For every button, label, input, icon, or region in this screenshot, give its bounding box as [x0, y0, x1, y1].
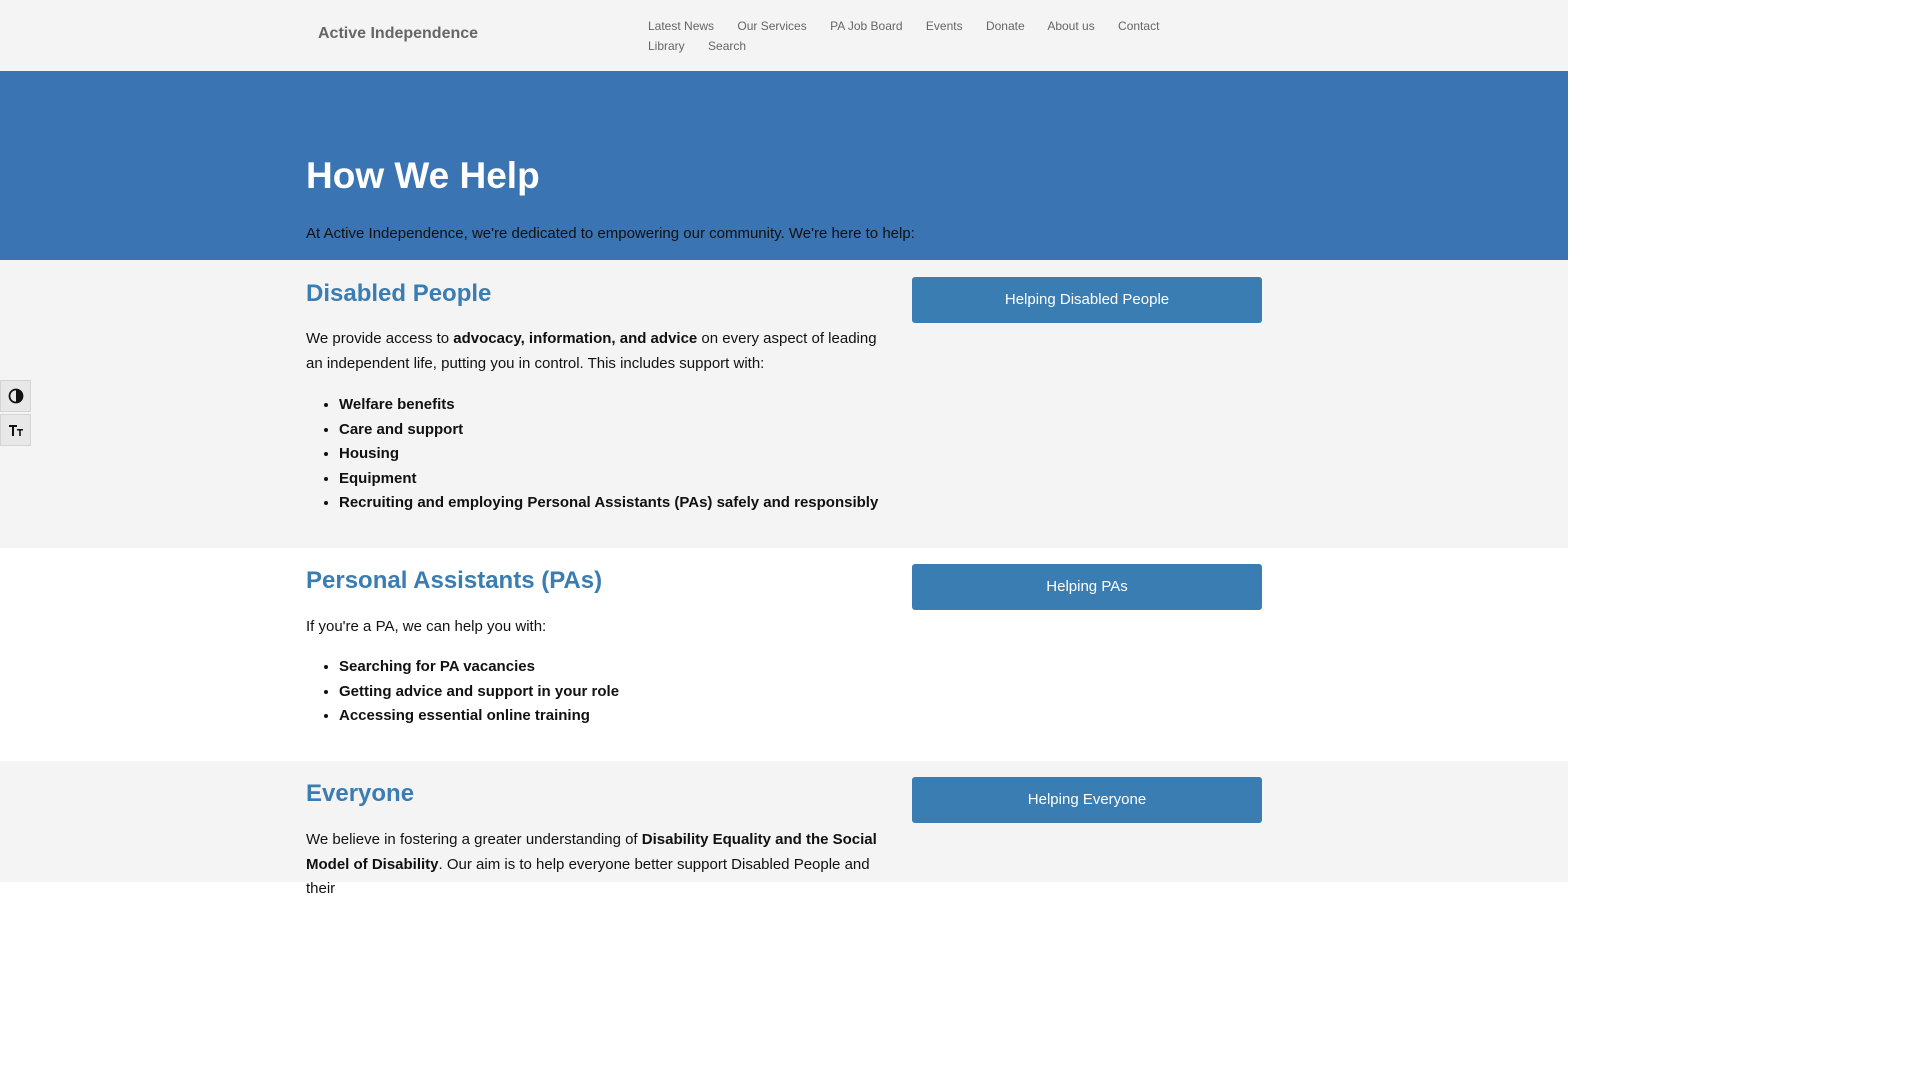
nav-item-latest-news[interactable]: Latest News — [648, 19, 714, 33]
section-description: We believe in fostering a greater unders… — [306, 828, 886, 902]
section-description: We provide access to advocacy, informati… — [306, 327, 886, 376]
list-item: Getting advice and support in your role — [339, 680, 619, 705]
nav-item-contact[interactable]: Contact — [1118, 19, 1159, 33]
section-description: If you're a PA, we can help you with: — [306, 618, 547, 635]
text-size-toggle-button[interactable] — [0, 414, 31, 446]
helping-disabled-people-button[interactable]: Helping Disabled People — [912, 277, 1262, 323]
list-item: Equipment — [339, 467, 878, 492]
description-text: We provide access to — [306, 330, 454, 347]
section-heading: Everyone — [306, 780, 415, 807]
list-item: Welfare benefits — [339, 393, 878, 418]
support-list: Searching for PA vacancies Getting advic… — [306, 655, 619, 729]
nav-item-about-us[interactable]: About us — [1047, 19, 1094, 33]
nav-item-pa-job-board[interactable]: PA Job Board — [830, 19, 903, 33]
section-heading: Disabled People — [306, 280, 492, 307]
site-header: Active Independence Latest News Our Serv… — [0, 0, 1568, 71]
list-item: Care and support — [339, 418, 878, 443]
contrast-toggle-button[interactable] — [0, 380, 31, 412]
section-personal-assistants: Personal Assistants (PAs) If you're a PA… — [0, 548, 1568, 761]
list-item: Accessing essential online training — [339, 704, 619, 729]
section-everyone: Everyone We believe in fostering a great… — [0, 761, 1568, 897]
list-item: Searching for PA vacancies — [339, 655, 619, 680]
description-text: We believe in fostering a greater unders… — [306, 831, 642, 848]
main-nav: Latest News Our Services PA Job Board Ev… — [648, 16, 1228, 56]
list-item: Recruiting and employing Personal Assist… — [339, 491, 878, 516]
nav-item-donate[interactable]: Donate — [986, 19, 1025, 33]
description-bold-text: advocacy, information, and advice — [453, 330, 698, 347]
nav-item-search[interactable]: Search — [708, 39, 746, 53]
nav-item-library[interactable]: Library — [648, 39, 685, 53]
page-title: How We Help — [306, 155, 540, 196]
hero-intro: At Active Independence, we're dedicated … — [306, 225, 915, 242]
nav-item-our-services[interactable]: Our Services — [737, 19, 806, 33]
list-item: Housing — [339, 442, 878, 467]
text-size-icon — [8, 425, 23, 436]
site-title-link[interactable]: Active Independence — [318, 25, 478, 43]
helping-everyone-button[interactable]: Helping Everyone — [912, 777, 1262, 823]
support-list: Welfare benefits Care and support Housin… — [306, 393, 878, 516]
helping-pas-button[interactable]: Helping PAs — [912, 564, 1262, 610]
nav-item-events[interactable]: Events — [926, 19, 963, 33]
section-heading: Personal Assistants (PAs) — [306, 567, 603, 594]
contrast-icon — [8, 388, 23, 404]
hero-banner: How We Help At Active Independence, we'r… — [0, 71, 1568, 260]
section-disabled-people: Disabled People We provide access to adv… — [0, 260, 1568, 548]
